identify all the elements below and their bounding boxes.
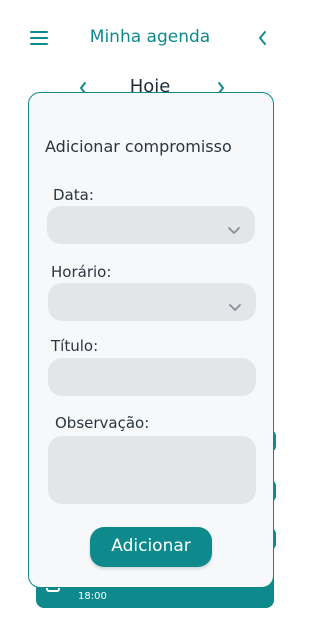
date-select[interactable]	[47, 206, 255, 244]
back-chevron-icon[interactable]	[256, 29, 270, 47]
chevron-down-icon	[228, 297, 242, 316]
modal-title: Adicionar compromisso	[45, 137, 232, 156]
notes-textarea[interactable]	[48, 436, 256, 504]
title-label: Título:	[51, 337, 99, 355]
add-appointment-modal: Adicionar compromisso Data: Horário: Tít…	[28, 92, 274, 588]
time-label: Horário:	[51, 263, 112, 281]
appointment-time: 18:00	[78, 591, 107, 602]
notes-label: Observação:	[55, 414, 150, 432]
title-input[interactable]	[48, 358, 256, 396]
page-title: Minha agenda	[89, 27, 211, 47]
date-label: Data:	[53, 186, 94, 204]
add-button[interactable]: Adicionar	[90, 527, 212, 567]
app-header: Minha agenda	[0, 0, 300, 78]
chevron-down-icon	[227, 220, 241, 239]
time-select[interactable]	[48, 283, 256, 321]
